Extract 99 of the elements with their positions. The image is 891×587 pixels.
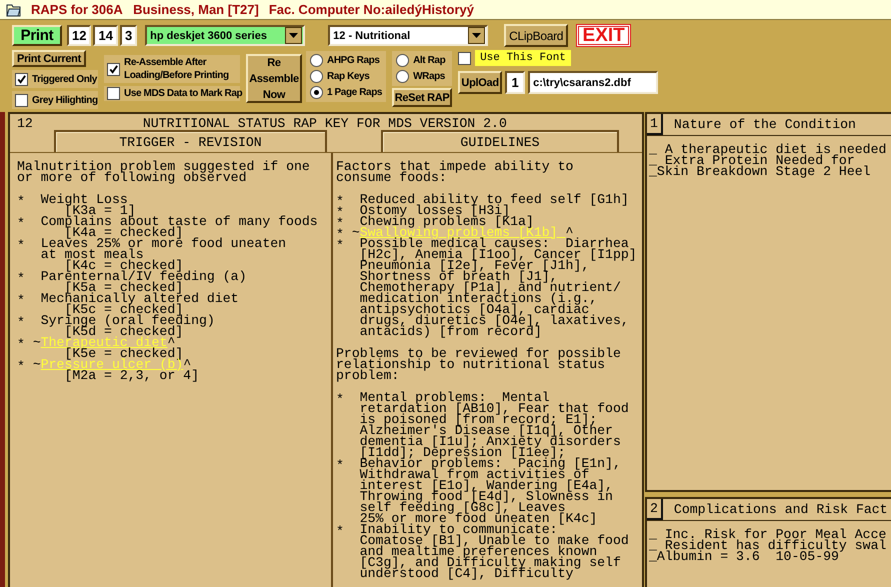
caret-icon[interactable] — [468, 27, 486, 44]
paragraph: Malnutrition problem suggested if one or more of following observed — [17, 161, 311, 183]
radio-label: WRaps — [413, 70, 445, 83]
item-code: [K3a = 1] — [64, 205, 136, 216]
checkbox[interactable] — [15, 72, 28, 86]
item-text: Inability to communicate: Comatose [B1], Unable to make food and mealtime preferences known [C3g], and Difficulty making self understood [C4], Difficulty — [360, 524, 629, 579]
reassemble-button[interactable]: Re Assemble Now — [246, 54, 302, 103]
checkbox-label: Use This Font — [475, 50, 571, 66]
bullet: * — [336, 229, 345, 240]
checkbox[interactable] — [15, 94, 28, 106]
item-code: [K5e = checked] — [64, 348, 184, 359]
paragraph: Problems to be reviewed for possible relationship to nutritional status problem: — [336, 348, 622, 381]
column-heading: TRIGGER - REVISION — [54, 130, 327, 152]
caret-mark: ^ — [167, 335, 176, 350]
radio-label: 1 Page Raps — [327, 86, 382, 99]
file-path-field[interactable]: c:\try\csarans2.dbf — [528, 71, 658, 94]
item-text: Complains about taste of many foods — [40, 216, 318, 227]
dropdown-value: 12 - Nutritional — [333, 30, 410, 42]
rap-key-title: NUTRITIONAL STATUS RAP KEY FOR MDS VERSION 2.0 — [142, 118, 507, 129]
checkbox-label: Grey Hilighting — [32, 94, 98, 106]
paragraph: Factors that impede ability to consume foods: — [336, 161, 574, 183]
bullet: * — [336, 394, 345, 409]
section-title: Nature of the Condition — [674, 119, 856, 130]
exit-button[interactable]: EXIT — [576, 24, 632, 47]
count-field[interactable]: 1 — [505, 71, 526, 94]
app-icon — [6, 2, 21, 17]
bullet: * — [336, 460, 345, 475]
bullet: * — [17, 196, 26, 211]
item-text: Weight Loss — [40, 194, 128, 205]
checkbox[interactable] — [458, 52, 472, 64]
bullet: * — [336, 207, 345, 218]
upload-button[interactable]: UplOad — [458, 71, 502, 94]
rap-number: 12 — [17, 118, 33, 129]
checkbox[interactable] — [107, 62, 120, 76]
note-line: _ Resident has difficulty swal — [648, 540, 888, 551]
section-number: 2 — [647, 499, 663, 520]
radio-button[interactable] — [310, 70, 323, 83]
page-field[interactable]: 3 — [120, 25, 138, 46]
item-text: Mental problems: Mental retardation [AB10], Fear that food is poisoned [from record; E1]; Alzheimer's Disease [I1q], Other dementia [I1u]; Anxiety disorders [I1dd]; Depression [I1ee]; — [360, 392, 629, 458]
item-text: Ostomy losses [H3i] — [360, 205, 510, 216]
clipboard-button[interactable]: CLipBoard — [504, 24, 568, 47]
dropdown-value: hp deskjet 3600 series — [150, 30, 267, 42]
bullet: * — [17, 295, 26, 310]
page-field[interactable]: 14 — [93, 25, 118, 46]
note-line: _ Extra Protein Needed for — [648, 155, 855, 166]
window-subtitle: Fac. Computer No:ailedýHistoryý — [268, 2, 474, 17]
checkbox-label: Re-Assemble After Loading/Before Printing — [124, 56, 229, 82]
radio-label: AHPG Raps — [327, 54, 380, 67]
tilde-mark: ~ — [32, 357, 41, 372]
bullet: * — [17, 273, 26, 288]
item-code: [K5c = checked] — [64, 304, 184, 315]
bullet: * — [17, 361, 26, 376]
bullet: * — [336, 196, 345, 207]
item-text: Reduced ability to feed self [G1h] — [360, 194, 629, 205]
radio-label: Alt Rap — [413, 54, 446, 67]
item-code: [K4c = checked] — [64, 260, 184, 271]
checkbox-label: Use MDS Data to Mark Rap — [124, 87, 242, 100]
item-code: [K5d = checked] — [64, 326, 184, 337]
tilde-mark: ~ — [32, 335, 41, 350]
bullet: * — [17, 218, 26, 233]
item-code: [K5a = checked] — [64, 282, 184, 293]
item-text: Chewing problems [K1a] — [360, 216, 534, 227]
reset-rap-button[interactable]: ReSet RAP — [392, 88, 452, 107]
note-line: _ A therapeutic diet is needed — [648, 144, 888, 155]
item-text: Behavior problems: Pacing [E1n], Withdrawal from activities of interest [E1o], Wandering [E4a], Throwing food [E4d], Slowness in self feeding [G8c], Leaves 25% or more food uneaten [K4c] — [360, 458, 621, 524]
bullet: * — [336, 218, 345, 229]
note-line: _Albumin = 3.6 10-05-99 — [648, 551, 839, 562]
caret-icon[interactable] — [285, 27, 302, 44]
section-title: Complications and Risk Fact — [674, 504, 888, 515]
section-number: 1 — [647, 114, 663, 135]
tilde-mark: ~ — [352, 225, 360, 240]
bullet: * — [336, 240, 345, 255]
note-line: _Skin Breakdown Stage 2 Heel — [648, 166, 872, 177]
print-current-button[interactable]: Print Current — [12, 50, 86, 67]
print-button[interactable]: Print — [12, 25, 62, 46]
bullet: * — [336, 526, 345, 541]
item-text: Possible medical causes: Diarrhea [H2c], Anemia [I1oo], Cancer [I1pp] Pneumonia [I2e], Fever [J1h], Shortness of breath [J1], Chemotherapy [P1a], and nutrient/ medication interactions (i.g., antipsychotics [O4a], cardiac drugs, diuretics [O4e], laxatives, antacids) [from record] — [360, 238, 637, 337]
bullet: * — [17, 317, 26, 332]
bullet: * — [17, 339, 26, 354]
radio-button[interactable] — [396, 54, 410, 67]
column-heading: GUIDELINES — [381, 130, 619, 152]
radio-button[interactable] — [396, 70, 410, 83]
radio-button[interactable] — [310, 86, 323, 99]
window-title: RAPS for 306A Business, Man [T27] — [31, 2, 259, 17]
item-text: Leaves 25% or more food uneaten at most meals — [40, 238, 286, 260]
item-code: [K4a = checked] — [64, 227, 184, 238]
printer-dropdown[interactable]: hp deskjet 3600 series — [145, 25, 306, 46]
page-field[interactable]: 12 — [67, 25, 92, 46]
radio-button[interactable] — [310, 54, 323, 67]
radio-label: Rap Keys — [327, 70, 370, 83]
item-text: Syringe (oral feeding) — [40, 315, 215, 326]
checkbox[interactable] — [107, 87, 120, 100]
item-code: [M2a = 2,3, or 4] — [64, 370, 199, 381]
item-text: Parenternal/IV feeding (a) — [40, 271, 246, 282]
item-text: Mechanically altered diet — [40, 293, 239, 304]
rap-dropdown[interactable]: 12 - Nutritional — [328, 25, 488, 46]
bullet: * — [17, 240, 26, 255]
checkbox-label: Triggered Only — [32, 72, 97, 86]
note-line: _ Inc. Risk for Poor Meal Acce — [648, 529, 888, 540]
